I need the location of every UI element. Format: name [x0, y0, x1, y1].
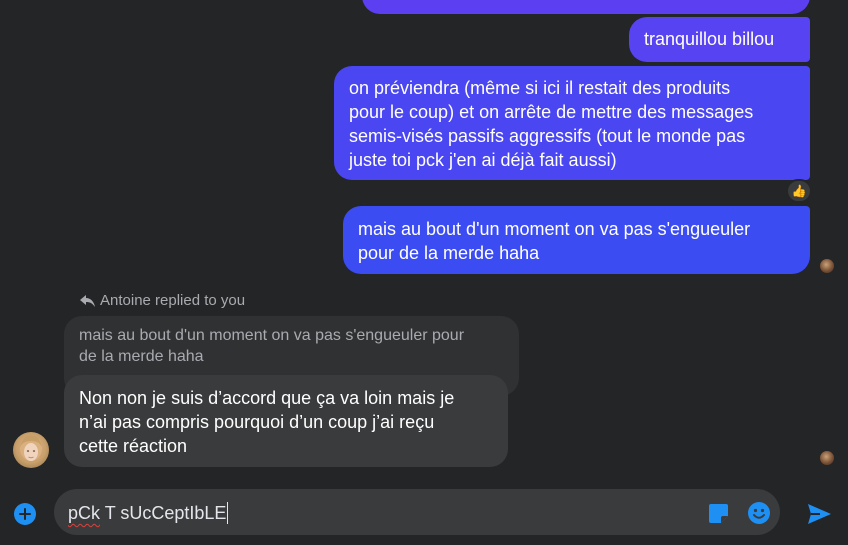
seen-avatar — [820, 259, 834, 273]
input-text-rest: T sUcCeptIbLE — [100, 503, 227, 523]
reply-arrow-icon — [80, 295, 95, 307]
sender-avatar[interactable] — [13, 432, 49, 468]
outgoing-message[interactable]: mais au bout d'un moment on va pas s'eng… — [343, 206, 810, 274]
send-icon — [808, 504, 831, 524]
outgoing-message-partial — [362, 0, 810, 14]
misspelled-word: pCk — [68, 503, 101, 523]
reply-label-text: Antoine replied to you — [100, 292, 246, 309]
emoji-button[interactable] — [746, 500, 772, 526]
reply-indicator: Antoine replied to you — [80, 292, 245, 310]
plus-circle-icon — [14, 503, 36, 525]
sticker-icon — [708, 503, 728, 523]
chat-window: tranquillou billou on préviendra (même s… — [0, 0, 848, 545]
add-button[interactable] — [12, 501, 38, 527]
message-input-text[interactable]: pCk T sUcCeptIbLE — [68, 502, 229, 524]
outgoing-message[interactable]: tranquillou billou — [629, 17, 810, 62]
message-composer: pCk T sUcCeptIbLE — [0, 487, 848, 545]
outgoing-message[interactable]: on préviendra (même si ici il restait de… — [334, 66, 810, 180]
incoming-message-text: Non non je suis d’accord que ça va loin … — [79, 388, 455, 456]
thumbs-up-reaction[interactable]: 👍 — [786, 179, 812, 203]
avatar-image — [20, 435, 42, 461]
send-button[interactable] — [805, 500, 833, 528]
seen-avatar — [820, 451, 834, 465]
emoji-icon — [748, 502, 770, 524]
sticker-button[interactable] — [707, 502, 729, 524]
incoming-message[interactable]: Non non je suis d’accord que ça va loin … — [64, 375, 508, 467]
message-input[interactable]: pCk T sUcCeptIbLE — [54, 489, 780, 535]
quoted-message-text: mais au bout d'un moment on va pas s'eng… — [79, 327, 465, 365]
